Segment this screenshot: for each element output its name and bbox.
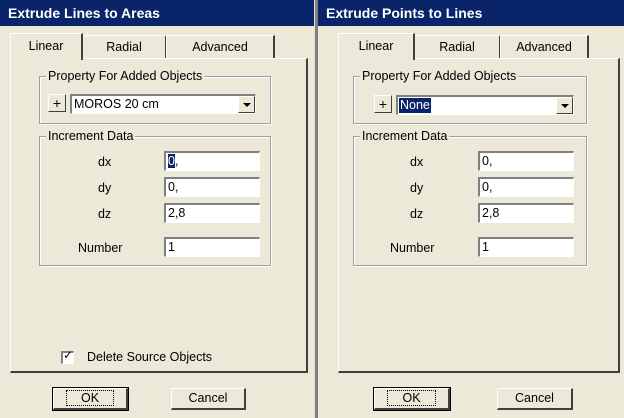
tab-linear[interactable]: Linear [10,33,83,60]
dx-field[interactable]: 0, [478,151,574,171]
cancel-button[interactable]: Cancel [497,388,573,410]
increment-groupbox: Increment Data dx 0, dy 0, dz 2,8 Number… [353,129,587,266]
delete-source-checkbox[interactable]: ✓ [61,348,74,364]
number-label: Number [390,241,435,255]
increment-groupbox: Increment Data dx 0, dy 0, dz 2,8 Number… [39,129,271,266]
extrude-lines-dialog: Extrude Lines to Areas Linear Radial Adv… [0,0,318,418]
property-select-value: MOROS 20 cm [74,97,159,111]
dy-label: dy [410,181,424,195]
cancel-button[interactable]: Cancel [171,388,246,410]
dz-label: dz [410,207,424,221]
dialog-title: Extrude Points to Lines [318,0,624,26]
property-select-value: None [399,98,431,113]
tab-advanced[interactable]: Advanced [500,35,589,58]
delete-source-label: Delete Source Objects [87,350,213,364]
property-group-label: Property For Added Objects [46,69,205,83]
dx-label: dx [98,155,112,169]
dialog-title: Extrude Lines to Areas [0,0,318,26]
tab-radial[interactable]: Radial [414,35,501,58]
ok-button[interactable]: OK [52,387,129,411]
add-property-button[interactable]: + [48,94,66,112]
dz-field[interactable]: 2,8 [478,203,574,223]
dy-field[interactable]: 0, [478,177,574,197]
number-field[interactable]: 1 [478,237,574,257]
dropdown-arrow-icon[interactable] [238,96,255,113]
dy-label: dy [98,181,112,195]
checkmark-icon: ✓ [63,348,74,362]
dx-field[interactable]: 0, [164,151,260,171]
tab-panel: Property For Added Objects + MOROS 20 cm… [10,58,308,373]
add-property-button[interactable]: + [374,95,392,113]
dz-label: dz [98,207,112,221]
cancel-button-label: Cancel [515,391,554,405]
dx-rest-text: , [174,154,179,168]
dx-selected-text: 0 [168,154,175,168]
tab-linear[interactable]: Linear [338,33,415,60]
increment-group-label: Increment Data [360,129,450,143]
property-group-label: Property For Added Objects [360,69,519,83]
tab-panel: Property For Added Objects + None Increm… [338,58,620,373]
dz-field[interactable]: 2,8 [164,203,260,223]
dx-label: dx [410,155,424,169]
dy-field[interactable]: 0, [164,177,260,197]
ok-button[interactable]: OK [373,387,451,411]
tab-advanced[interactable]: Advanced [166,35,275,58]
extrude-points-dialog: Extrude Points to Lines Linear Radial Ad… [318,0,624,418]
number-field[interactable]: 1 [164,237,260,257]
tab-radial[interactable]: Radial [82,35,167,58]
cancel-button-label: Cancel [188,391,228,405]
ok-button-label: OK [65,390,115,406]
property-groupbox: Property For Added Objects + MOROS 20 cm [39,69,271,124]
tab-strip: Linear Radial Advanced [10,33,280,60]
number-label: Number [78,241,123,255]
ok-button-label: OK [387,390,436,406]
tab-strip: Linear Radial Advanced [338,33,608,60]
dropdown-arrow-icon[interactable] [556,97,573,114]
property-select[interactable]: MOROS 20 cm [70,94,256,114]
property-groupbox: Property For Added Objects + None [353,69,587,124]
increment-group-label: Increment Data [46,129,136,143]
property-select[interactable]: None [396,95,574,115]
